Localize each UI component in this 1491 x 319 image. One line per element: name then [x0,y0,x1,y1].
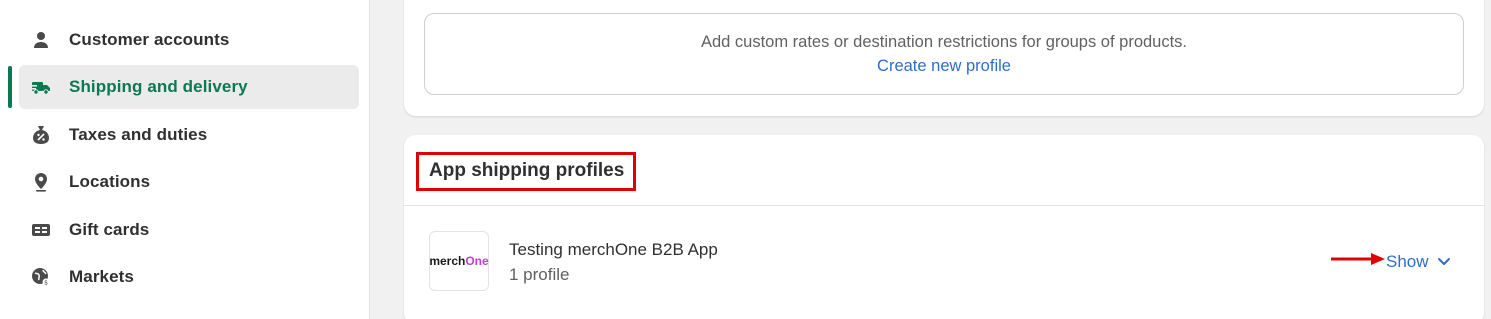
sidebar-item-label: Shipping and delivery [69,77,248,96]
annotation-arrow-icon [1331,253,1385,265]
card-title: App shipping profiles [429,160,625,181]
profile-count: 1 profile [509,265,570,284]
sidebar-item-shipping-and-delivery[interactable]: Shipping and delivery [19,65,359,109]
gift-card-icon [31,220,51,240]
truck-icon [31,77,51,97]
sidebar-item-customer-accounts[interactable]: Customer accounts [19,18,359,62]
settings-page: Customer accounts Shipping and delivery … [0,0,1491,319]
sidebar-item-label: Gift cards [69,220,150,239]
settings-sidebar: Customer accounts Shipping and delivery … [0,0,370,319]
app-shipping-profiles-card: App shipping profiles merch One Testing m… [404,135,1484,319]
empty-profiles-box: Add custom rates or destination restrict… [424,13,1464,95]
active-indicator [8,66,12,108]
logo-text: merch [429,254,466,268]
sidebar-item-markets[interactable]: $ Markets [19,255,359,299]
tax-bag-icon [31,125,51,145]
person-icon [31,30,51,50]
svg-text:$: $ [44,280,48,287]
create-new-profile-link[interactable]: Create new profile [877,57,1011,76]
sidebar-item-label: Markets [69,267,134,286]
show-label: Show [1386,252,1429,271]
app-name: Testing merchOne B2B App [509,240,718,259]
sidebar-item-label: Customer accounts [69,30,230,49]
sidebar-item-gift-cards[interactable]: Gift cards [19,208,359,252]
show-profiles-button[interactable]: Show [1386,251,1451,273]
sidebar-item-locations[interactable]: Locations [19,160,359,204]
logo-text-accent: One [465,254,489,268]
app-logo: merch One [429,231,489,291]
sidebar-item-label: Taxes and duties [69,125,208,144]
globe-icon: $ [31,267,51,287]
profiles-hint-text: Add custom rates or destination restrict… [700,32,1188,51]
location-pin-icon [31,172,51,192]
chevron-down-icon [1437,257,1451,267]
custom-profiles-card: Add custom rates or destination restrict… [404,0,1484,116]
sidebar-item-label: Locations [69,172,151,191]
sidebar-item-taxes-and-duties[interactable]: Taxes and duties [19,113,359,157]
